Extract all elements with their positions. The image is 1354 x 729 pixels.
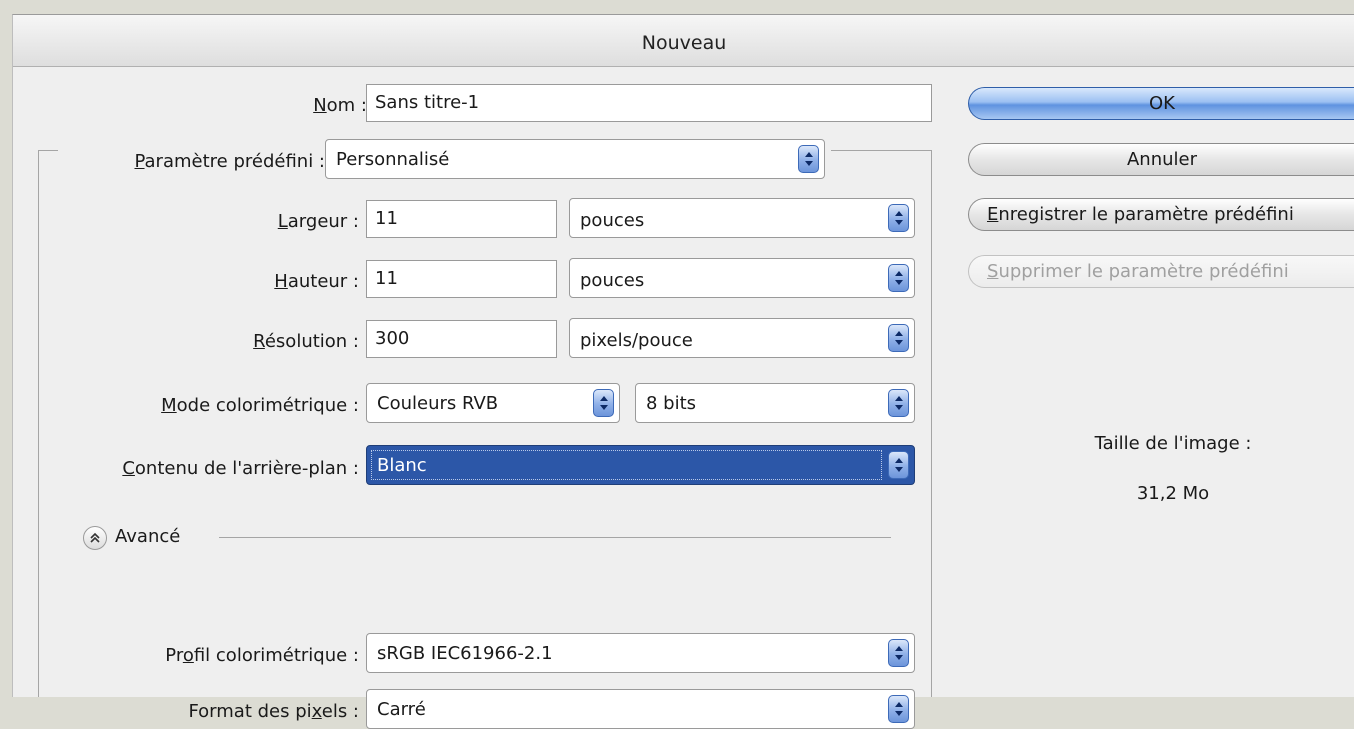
pixel-format-select[interactable]: Carré bbox=[366, 689, 915, 729]
select-arrows-icon bbox=[888, 639, 909, 667]
advanced-divider bbox=[219, 537, 891, 538]
preset-label: Paramètre prédéfini : bbox=[134, 151, 325, 172]
select-arrows-icon bbox=[888, 204, 909, 232]
width-label: Largeur : bbox=[277, 211, 359, 232]
height-input[interactable]: 11 bbox=[366, 260, 557, 298]
cancel-button[interactable]: Annuler bbox=[968, 143, 1354, 176]
width-unit-value: pouces bbox=[580, 210, 645, 231]
background-contents-select[interactable]: Blanc bbox=[366, 445, 915, 485]
color-profile-select[interactable]: sRGB IEC61966-2.1 bbox=[366, 633, 915, 673]
select-arrows-icon bbox=[888, 324, 909, 352]
resolution-unit-select[interactable]: pixels/pouce bbox=[569, 318, 915, 358]
group-frame-top-left bbox=[38, 150, 58, 151]
select-arrows-icon bbox=[888, 695, 909, 723]
background-contents-value: Blanc bbox=[377, 455, 427, 476]
image-size-label: Taille de l'image : bbox=[1094, 433, 1252, 454]
width-unit-select[interactable]: pouces bbox=[569, 198, 915, 238]
preset-value: Personnalisé bbox=[336, 149, 450, 170]
dialog-title: Nouveau bbox=[641, 32, 727, 54]
pixel-format-value: Carré bbox=[377, 699, 426, 720]
save-preset-button[interactable]: Enregistrer le paramètre prédéfini bbox=[968, 198, 1354, 231]
advanced-label: Avancé bbox=[115, 526, 181, 547]
select-arrows-icon bbox=[888, 389, 909, 417]
resolution-label: Résolution : bbox=[253, 331, 359, 352]
preset-select[interactable]: Personnalisé bbox=[325, 139, 825, 179]
height-unit-value: pouces bbox=[580, 270, 645, 291]
delete-preset-button[interactable]: Supprimer le paramètre prédéfini bbox=[968, 255, 1354, 288]
group-frame-top-right bbox=[831, 150, 931, 151]
select-arrows-icon bbox=[888, 451, 909, 479]
select-arrows-icon bbox=[798, 145, 819, 173]
resolution-unit-value: pixels/pouce bbox=[580, 330, 693, 351]
color-profile-value: sRGB IEC61966-2.1 bbox=[377, 643, 553, 664]
pixel-format-label: Format des pixels : bbox=[188, 701, 359, 722]
focus-ring bbox=[371, 450, 882, 480]
color-mode-value: Couleurs RVB bbox=[377, 393, 499, 414]
ok-button[interactable]: OK bbox=[968, 87, 1354, 120]
bit-depth-value: 8 bits bbox=[646, 393, 697, 414]
name-input[interactable]: Sans titre-1 bbox=[366, 84, 932, 122]
group-frame-right bbox=[931, 150, 932, 697]
color-profile-label: Profil colorimétrique : bbox=[165, 645, 359, 666]
color-mode-select[interactable]: Couleurs RVB bbox=[366, 383, 620, 423]
height-unit-select[interactable]: pouces bbox=[569, 258, 915, 298]
color-mode-label: Mode colorimétrique : bbox=[161, 395, 359, 416]
group-frame-left bbox=[38, 150, 39, 697]
resolution-input[interactable]: 300 bbox=[366, 320, 557, 358]
name-label: Nom : bbox=[313, 95, 367, 116]
advanced-toggle-icon[interactable] bbox=[83, 526, 107, 550]
new-document-dialog: Nouveau Nom : Sans titre-1 Paramètre pré… bbox=[12, 14, 1354, 729]
width-input[interactable]: 11 bbox=[366, 200, 557, 238]
height-label: Hauteur : bbox=[274, 271, 359, 292]
title-bar[interactable]: Nouveau bbox=[13, 15, 1354, 67]
select-arrows-icon bbox=[888, 264, 909, 292]
select-arrows-icon bbox=[593, 389, 614, 417]
bit-depth-select[interactable]: 8 bits bbox=[635, 383, 915, 423]
image-size-value: 31,2 Mo bbox=[1136, 483, 1210, 504]
background-contents-label: Contenu de l'arrière-plan : bbox=[122, 458, 359, 479]
